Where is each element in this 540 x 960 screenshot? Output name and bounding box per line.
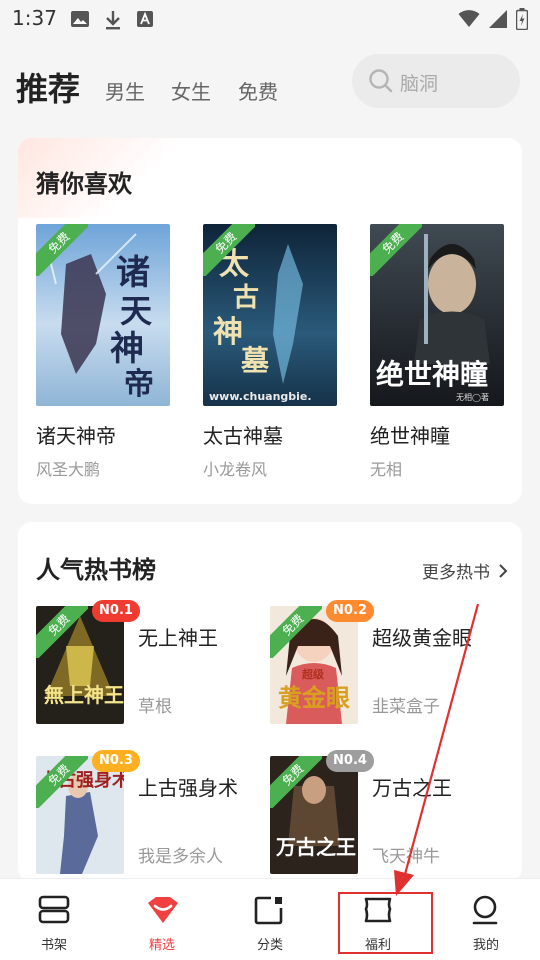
free-ribbon: 免费 bbox=[270, 606, 322, 658]
tab-female[interactable]: 女生 bbox=[171, 76, 211, 105]
cover-subtitle: 超级 bbox=[301, 667, 325, 681]
search-bar[interactable]: 脑洞 bbox=[352, 54, 520, 108]
system-icons bbox=[458, 8, 528, 30]
free-ribbon: 免费 bbox=[203, 224, 255, 276]
svg-text:神: 神 bbox=[110, 329, 144, 369]
nav-label: 书架 bbox=[40, 938, 67, 953]
profile-icon bbox=[472, 895, 498, 925]
free-ribbon: 免费 bbox=[36, 224, 88, 276]
featured-icon bbox=[148, 897, 178, 923]
rank-badge: N0.4 bbox=[326, 750, 374, 772]
search-icon bbox=[369, 69, 393, 93]
nav-featured[interactable]: 精选 bbox=[108, 879, 216, 960]
top-nav: 推荐 男生 女生 免费 脑洞 bbox=[0, 52, 540, 116]
book-author: 飞天神牛 bbox=[372, 847, 440, 867]
svg-text:绝世神瞳: 绝世神瞳 bbox=[376, 358, 488, 391]
book-author: 小龙卷风 bbox=[203, 460, 268, 479]
svg-text:墓: 墓 bbox=[240, 344, 270, 377]
nav-category[interactable]: 分类 bbox=[216, 879, 324, 960]
book-card[interactable]: 诸 天 神 帝 免费 诸天神帝 风圣大鹏 bbox=[36, 224, 170, 479]
guess-you-like-card: 猜你喜欢 诸 天 神 帝 免费 诸天神帝 风圣大鹏 太 古 神 墓 www.ch… bbox=[18, 138, 522, 504]
book-title: 万古之王 bbox=[372, 776, 452, 800]
tab-male[interactable]: 男生 bbox=[105, 76, 145, 105]
rank-item[interactable]: 万古之王 免费 N0.4 万古之王 飞天神牛 bbox=[270, 750, 500, 878]
book-cover[interactable]: 無上神王 免费 bbox=[36, 606, 124, 724]
rank-item[interactable]: 超级 黄金眼 免费 N0.2 超级黄金眼 韭菜盒子 bbox=[270, 600, 500, 728]
image-icon bbox=[71, 11, 89, 27]
bottom-nav: 书架 精选 分类 福利 我的 bbox=[0, 878, 540, 960]
svg-text:無上神王: 無上神王 bbox=[44, 683, 124, 707]
nav-profile[interactable]: 我的 bbox=[432, 879, 540, 960]
free-ribbon: 免费 bbox=[36, 756, 88, 808]
book-cover[interactable]: 超级 黄金眼 免费 bbox=[270, 606, 358, 724]
book-title: 绝世神瞳 bbox=[370, 424, 450, 448]
free-ribbon: 免费 bbox=[370, 224, 422, 276]
section-title: 猜你喜欢 bbox=[36, 169, 132, 198]
book-card[interactable]: 太 古 神 墓 www.chuangbie. 免费 太古神墓 小龙卷风 bbox=[203, 224, 337, 479]
bookshelf-icon bbox=[38, 895, 70, 924]
more-label: 更多热书 bbox=[422, 563, 490, 583]
free-ribbon: 免费 bbox=[270, 756, 322, 808]
free-ribbon: 免费 bbox=[36, 606, 88, 658]
nav-label: 精选 bbox=[148, 938, 175, 953]
signal-icon bbox=[489, 10, 507, 28]
book-author: 韭菜盒子 bbox=[372, 697, 440, 717]
book-cover[interactable]: 绝世神瞳 无相◯著 免费 bbox=[370, 224, 504, 406]
nav-label: 我的 bbox=[472, 938, 499, 953]
rank-badge: N0.2 bbox=[326, 600, 374, 622]
svg-text:天: 天 bbox=[120, 292, 152, 330]
book-title: 上古强身术 bbox=[138, 776, 238, 800]
svg-text:神: 神 bbox=[213, 315, 243, 350]
book-author: 我是多余人 bbox=[138, 847, 223, 867]
rank-badge: N0.3 bbox=[92, 750, 140, 772]
highlight-box bbox=[338, 892, 433, 954]
svg-text:万古之王: 万古之王 bbox=[275, 835, 356, 859]
status-bar: 1:37 bbox=[0, 0, 540, 40]
svg-text:帝: 帝 bbox=[124, 367, 154, 402]
notification-icons bbox=[70, 10, 154, 30]
battery-icon bbox=[516, 8, 528, 30]
a-box-icon bbox=[137, 11, 153, 27]
rank-badge: N0.1 bbox=[92, 600, 140, 622]
nav-label: 分类 bbox=[256, 938, 283, 953]
hot-books-card: 人气热书榜 更多热书 無上神王 免费 N0.1 无上神王 草根 超级 黄金眼 免… bbox=[18, 522, 522, 882]
search-placeholder: 脑洞 bbox=[400, 73, 439, 95]
wifi-icon bbox=[458, 10, 480, 27]
cover-watermark: www.chuangbie. bbox=[209, 390, 312, 403]
nav-bookshelf[interactable]: 书架 bbox=[0, 879, 108, 960]
rank-item[interactable]: 無上神王 免费 N0.1 无上神王 草根 bbox=[36, 600, 266, 728]
svg-text:诸: 诸 bbox=[116, 253, 150, 293]
section-title: 人气热书榜 bbox=[36, 555, 156, 584]
book-title: 太古神墓 bbox=[203, 424, 283, 448]
chevron-right-icon bbox=[499, 563, 508, 578]
book-cover[interactable]: 上古强身术 免费 bbox=[36, 756, 124, 874]
category-icon bbox=[254, 896, 283, 925]
cover-author-mark: 无相◯著 bbox=[456, 392, 489, 402]
book-cover[interactable]: 诸 天 神 帝 免费 bbox=[36, 224, 170, 406]
download-icon bbox=[106, 11, 120, 30]
tab-free[interactable]: 免费 bbox=[238, 76, 278, 105]
book-cover[interactable]: 太 古 神 墓 www.chuangbie. 免费 bbox=[203, 224, 337, 406]
book-author: 草根 bbox=[138, 697, 172, 717]
tab-recommend[interactable]: 推荐 bbox=[16, 64, 80, 110]
book-author: 无相 bbox=[370, 460, 403, 479]
book-title: 诸天神帝 bbox=[36, 424, 116, 448]
book-author: 风圣大鹏 bbox=[36, 460, 101, 479]
more-hot-books-link[interactable]: 更多热书 bbox=[422, 558, 508, 583]
svg-text:古: 古 bbox=[233, 283, 259, 313]
status-time: 1:37 bbox=[12, 6, 57, 30]
svg-text:黄金眼: 黄金眼 bbox=[278, 683, 350, 712]
book-cover[interactable]: 万古之王 免费 bbox=[270, 756, 358, 874]
book-title: 超级黄金眼 bbox=[372, 626, 472, 650]
rank-item[interactable]: 上古强身术 免费 N0.3 上古强身术 我是多余人 bbox=[36, 750, 266, 878]
book-card[interactable]: 绝世神瞳 无相◯著 免费 绝世神瞳 无相 bbox=[370, 224, 504, 479]
book-title: 无上神王 bbox=[138, 626, 218, 650]
